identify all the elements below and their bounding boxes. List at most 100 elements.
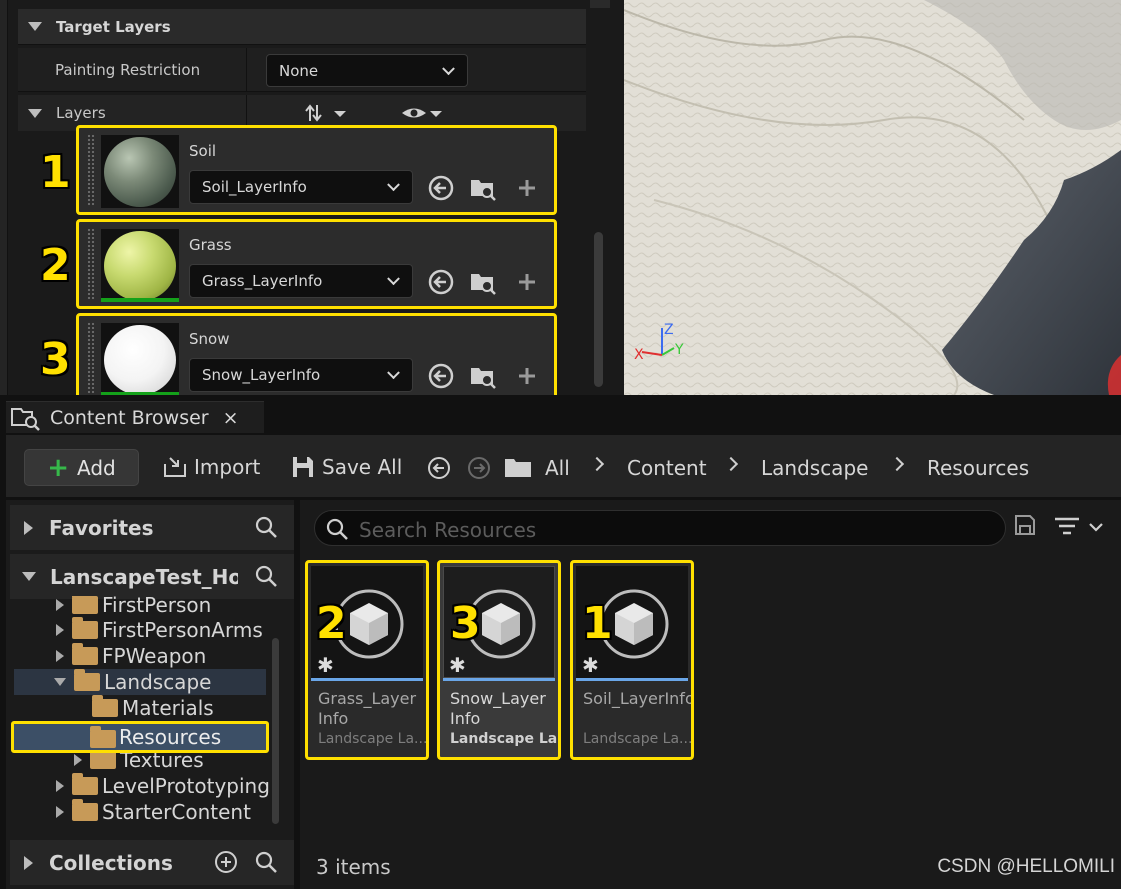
asset-view: Search Resources ✱ Grass_Layer Info Land…: [300, 500, 1121, 889]
collapse-arrow-icon[interactable]: [54, 678, 66, 686]
save-all-button[interactable]: Save All: [290, 451, 402, 483]
browse-folder-icon[interactable]: [469, 362, 497, 390]
tree-scrollbar[interactable]: [272, 638, 279, 824]
add-label: Add: [77, 455, 116, 480]
drag-handle-icon[interactable]: [87, 322, 95, 394]
layer-item-snow[interactable]: Snow Snow_LayerInfo: [76, 313, 557, 395]
tree-item-label: Landscape: [104, 670, 212, 694]
unsaved-asterisk-icon: ✱: [582, 653, 599, 677]
folder-open-icon: [74, 669, 100, 691]
layer-thumbnail: [101, 229, 179, 302]
layer-item-grass[interactable]: Grass Grass_LayerInfo: [76, 219, 557, 309]
level-viewport[interactable]: Z Y X: [624, 0, 1121, 395]
favorites-header[interactable]: Favorites: [10, 505, 294, 550]
chevron-down-icon: [442, 61, 455, 75]
layer-info-dropdown[interactable]: Grass_LayerInfo: [189, 264, 413, 298]
asset-type: Landscape La...: [450, 731, 561, 747]
target-layers-header[interactable]: Target Layers: [18, 9, 586, 45]
filter-icon[interactable]: [1052, 514, 1108, 540]
layer-item-soil[interactable]: Soil Soil_LayerInfo: [76, 125, 557, 215]
tree-item-resources[interactable]: Resources: [11, 721, 269, 753]
folder-icon: [505, 459, 531, 477]
browse-folder-icon[interactable]: [469, 174, 497, 202]
use-selected-asset-icon[interactable]: [427, 362, 455, 390]
layer-info-value: Snow_LayerInfo: [202, 366, 321, 384]
save-search-icon[interactable]: [1014, 514, 1036, 536]
annotation-number: 2: [316, 598, 347, 649]
tree-item-levelprototyping[interactable]: LevelPrototyping: [56, 773, 270, 799]
sort-icon[interactable]: [304, 103, 350, 123]
project-header[interactable]: LanscapeTest_Hon: [10, 554, 294, 599]
drag-handle-icon[interactable]: [87, 228, 95, 300]
asset-name: Snow_Layer Info: [450, 689, 546, 728]
expand-arrow-icon[interactable]: [56, 599, 64, 611]
asset-name: Soil_LayerInfo: [583, 689, 694, 708]
collections-header[interactable]: Collections: [10, 840, 294, 885]
painting-restriction-dropdown[interactable]: None: [266, 54, 468, 87]
expand-arrow-icon[interactable]: [56, 780, 64, 792]
search-icon: [326, 518, 348, 540]
unsaved-asterisk-icon: ✱: [317, 653, 334, 677]
breadcrumb-separator-icon[interactable]: [723, 456, 739, 472]
layer-name: Grass: [189, 236, 232, 254]
annotation-number: 2: [40, 240, 71, 291]
tree-item-fpweapon[interactable]: FPWeapon: [56, 643, 206, 669]
search-icon[interactable]: [254, 515, 278, 539]
folder-tree: FirstPerson FirstPersonArms FPWeapon Lan…: [10, 596, 272, 836]
breadcrumb-resources[interactable]: Resources: [927, 456, 1029, 480]
asset-tile-grass-layerinfo[interactable]: ✱ Grass_Layer Info Landscape La...: [305, 560, 429, 760]
search-input[interactable]: Search Resources: [314, 510, 1006, 546]
breadcrumb-separator-icon[interactable]: [589, 456, 605, 472]
tree-item-label: StarterContent: [102, 800, 251, 824]
details-scrollbar[interactable]: [594, 232, 603, 387]
drag-handle-icon[interactable]: [87, 134, 95, 206]
collapse-arrow-icon: [28, 22, 42, 31]
tree-item-materials[interactable]: Materials: [92, 695, 214, 721]
forward-arrow-icon[interactable]: [466, 455, 492, 481]
tree-item-firstperson[interactable]: FirstPerson: [56, 596, 211, 618]
collections-title: Collections: [49, 850, 173, 875]
use-selected-asset-icon[interactable]: [427, 268, 455, 296]
tree-item-landscape[interactable]: Landscape: [14, 669, 266, 695]
save-icon: [293, 457, 313, 477]
asset-tile-snow-layerinfo[interactable]: ✱ Snow_Layer Info Landscape La...: [437, 560, 561, 760]
add-layer-icon[interactable]: [513, 268, 541, 296]
asset-type-color-bar: [576, 678, 688, 681]
breadcrumb-separator-icon[interactable]: [889, 456, 905, 472]
import-label: Import: [194, 455, 261, 479]
layer-info-dropdown[interactable]: Snow_LayerInfo: [189, 358, 413, 392]
expand-arrow-icon[interactable]: [56, 624, 64, 636]
layer-usage-bar: [101, 298, 179, 302]
use-selected-asset-icon[interactable]: [427, 174, 455, 202]
breadcrumb-content[interactable]: Content: [627, 456, 707, 480]
tab-close-button[interactable]: ×: [223, 407, 239, 429]
visibility-eye-icon[interactable]: [400, 103, 446, 123]
add-collection-icon[interactable]: [214, 850, 238, 874]
breadcrumb-all[interactable]: All: [545, 456, 570, 480]
browse-folder-icon[interactable]: [469, 268, 497, 296]
expand-arrow-icon[interactable]: [56, 806, 64, 818]
layer-name: Soil: [189, 142, 217, 160]
layer-info-dropdown[interactable]: Soil_LayerInfo: [189, 170, 413, 204]
tree-item-firstpersonarms[interactable]: FirstPersonArms: [56, 617, 263, 643]
expand-arrow-icon[interactable]: [74, 754, 82, 766]
snow-preview-sphere: [104, 325, 176, 395]
expand-arrow-icon[interactable]: [56, 650, 64, 662]
unsaved-asterisk-icon: ✱: [449, 653, 466, 677]
add-layer-icon[interactable]: [513, 362, 541, 390]
content-browser-tab[interactable]: Content Browser ×: [6, 401, 264, 433]
add-layer-icon[interactable]: [513, 174, 541, 202]
tree-item-label: Materials: [122, 696, 214, 720]
tab-title: Content Browser: [50, 406, 209, 429]
add-button[interactable]: + Add: [24, 449, 139, 486]
search-icon[interactable]: [254, 564, 278, 588]
asset-tile-soil-layerinfo[interactable]: ✱ Soil_LayerInfo Landscape La...: [570, 560, 694, 760]
back-arrow-icon[interactable]: [426, 455, 452, 481]
favorites-title: Favorites: [49, 515, 154, 540]
item-count: 3 items: [316, 855, 391, 879]
import-button[interactable]: Import: [162, 451, 260, 483]
tree-item-startercontent[interactable]: StarterContent: [56, 799, 251, 825]
search-icon[interactable]: [254, 850, 278, 874]
asset-type: Landscape La...: [583, 731, 693, 747]
breadcrumb-landscape[interactable]: Landscape: [761, 456, 868, 480]
